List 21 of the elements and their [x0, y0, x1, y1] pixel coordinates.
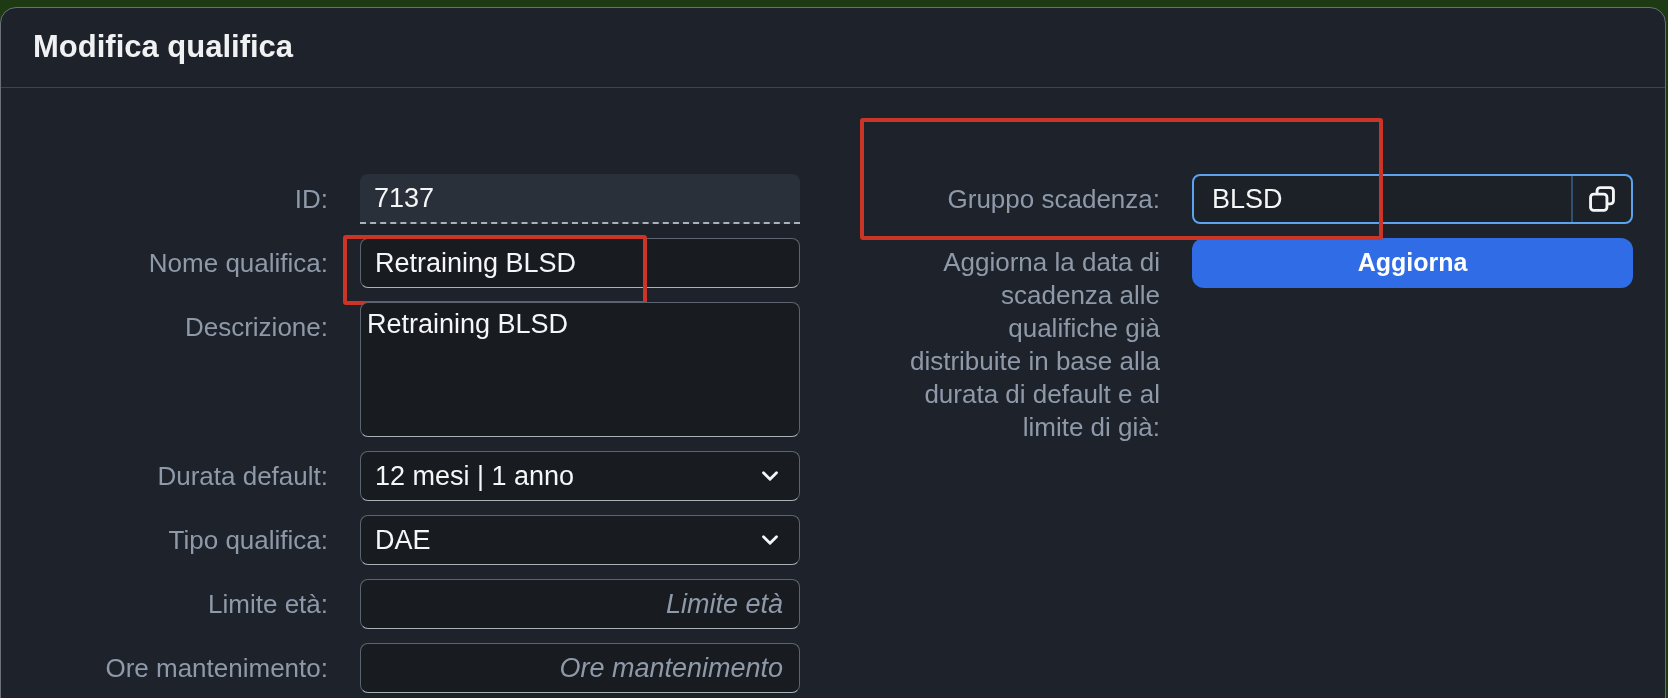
field-label: Durata default: [156, 460, 328, 493]
field-label: Tipo qualifica: [167, 524, 328, 557]
dropdown[interactable]: DAE [360, 515, 800, 565]
number-field[interactable]: Ore mantenimento [360, 643, 800, 693]
dropdown[interactable]: 12 mesi | 1 anno [360, 451, 800, 501]
description-field[interactable]: Retraining BLSD [360, 302, 800, 437]
field-label: Descrizione: [183, 311, 328, 344]
field-label: Limite età: [207, 588, 328, 621]
number-field[interactable]: Limite età [360, 579, 800, 629]
expiry-group-field[interactable]: BLSD [1192, 174, 1633, 224]
field-label: Gruppo scadenza: [946, 183, 1160, 216]
update-button[interactable]: Aggiorna [1192, 238, 1633, 288]
text-field[interactable]: Retraining BLSD [360, 238, 800, 288]
update-description: Aggiorna la data di scadenza alle qualifiche già distribuite in base alla durata di default e al limite di già: [908, 246, 1160, 444]
field-value: BLSD [1211, 182, 1284, 216]
field-label: Ore mantenimento: [104, 652, 328, 685]
id-field: 7137 [360, 174, 800, 224]
dialog-title: Modifica qualifica [33, 28, 294, 67]
field-label: Nome qualifica: [147, 247, 328, 280]
copy-icon [1589, 186, 1615, 212]
field-label: ID: [293, 183, 328, 216]
